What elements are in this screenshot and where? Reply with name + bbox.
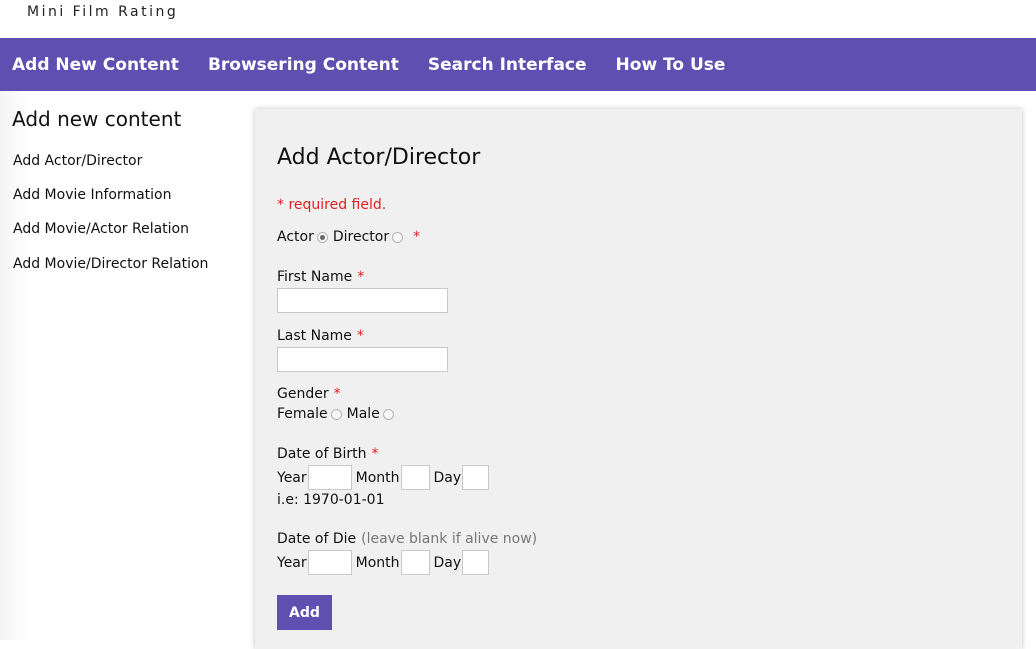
gender-label-text: Gender	[277, 386, 329, 402]
dod-label: Date of Die (leave blank if alive now)	[277, 531, 537, 547]
gender-female-radio[interactable]	[330, 408, 342, 420]
dob-year-input[interactable]	[307, 465, 352, 490]
nav-how-to-use[interactable]: How To Use	[616, 55, 726, 75]
role-radio-group: Actor Director *	[277, 229, 420, 245]
sidebar-item-add-movie-information[interactable]: Add Movie Information	[13, 187, 171, 203]
dob-year-label: Year	[277, 469, 307, 486]
form-panel: Add Actor/Director * required field. Act…	[255, 109, 1022, 649]
nav-browsing-content[interactable]: Browsering Content	[208, 55, 399, 75]
required-marker: *	[356, 328, 364, 344]
required-marker: *	[333, 386, 341, 402]
nav-add-new-content[interactable]: Add New Content	[12, 55, 179, 75]
gender-radio-group: Female Male	[277, 406, 399, 422]
required-marker: *	[413, 229, 421, 245]
dob-label-text: Date of Birth	[277, 446, 367, 462]
gender-label: Gender *	[277, 386, 341, 402]
add-button[interactable]: Add	[277, 595, 332, 630]
dob-day-label: Day	[433, 469, 462, 486]
dod-month-input[interactable]	[400, 550, 430, 575]
dob-fields: Year Month Day	[277, 465, 490, 490]
dod-hint: (leave blank if alive now)	[361, 531, 538, 547]
first-name-label: First Name *	[277, 269, 364, 285]
dob-month-label: Month	[355, 469, 400, 486]
form-title: Add Actor/Director	[277, 145, 481, 170]
gender-male-radio[interactable]	[382, 408, 394, 420]
first-name-label-text: First Name	[277, 269, 353, 285]
dod-year-input[interactable]	[307, 550, 352, 575]
required-field-note: * required field.	[277, 197, 387, 213]
sidebar-title: Add new content	[12, 107, 182, 131]
sidebar-item-add-movie-actor-relation[interactable]: Add Movie/Actor Relation	[13, 221, 189, 237]
dod-day-input[interactable]	[462, 550, 490, 575]
required-marker: *	[371, 446, 379, 462]
role-actor-label: Actor	[277, 229, 314, 245]
required-marker: *	[357, 269, 365, 285]
top-navbar: Add New Content Browsering Content Searc…	[0, 38, 1036, 91]
last-name-label: Last Name *	[277, 328, 364, 344]
sidebar: Add new content Add Actor/Director Add M…	[0, 91, 240, 640]
dod-day-label: Day	[433, 554, 462, 571]
role-director-label: Director	[332, 229, 390, 245]
dob-day-input[interactable]	[462, 465, 490, 490]
sidebar-item-add-movie-director-relation[interactable]: Add Movie/Director Relation	[13, 256, 208, 272]
role-director-radio[interactable]	[392, 231, 404, 243]
dob-label: Date of Birth *	[277, 446, 378, 462]
dob-example: i.e: 1970-01-01	[277, 492, 385, 508]
role-actor-radio[interactable]	[316, 231, 328, 243]
gender-female-label: Female	[277, 406, 328, 422]
dod-fields: Year Month Day	[277, 550, 490, 575]
last-name-input[interactable]	[277, 347, 448, 372]
nav-search-interface[interactable]: Search Interface	[428, 55, 587, 75]
sidebar-item-add-actor-director[interactable]: Add Actor/Director	[13, 153, 142, 169]
site-title: Mini Film Rating	[27, 4, 179, 20]
dod-year-label: Year	[277, 554, 307, 571]
dod-label-text: Date of Die	[277, 531, 357, 547]
dod-month-label: Month	[355, 554, 400, 571]
last-name-label-text: Last Name	[277, 328, 352, 344]
dob-month-input[interactable]	[400, 465, 430, 490]
first-name-input[interactable]	[277, 288, 448, 313]
gender-male-label: Male	[346, 406, 380, 422]
